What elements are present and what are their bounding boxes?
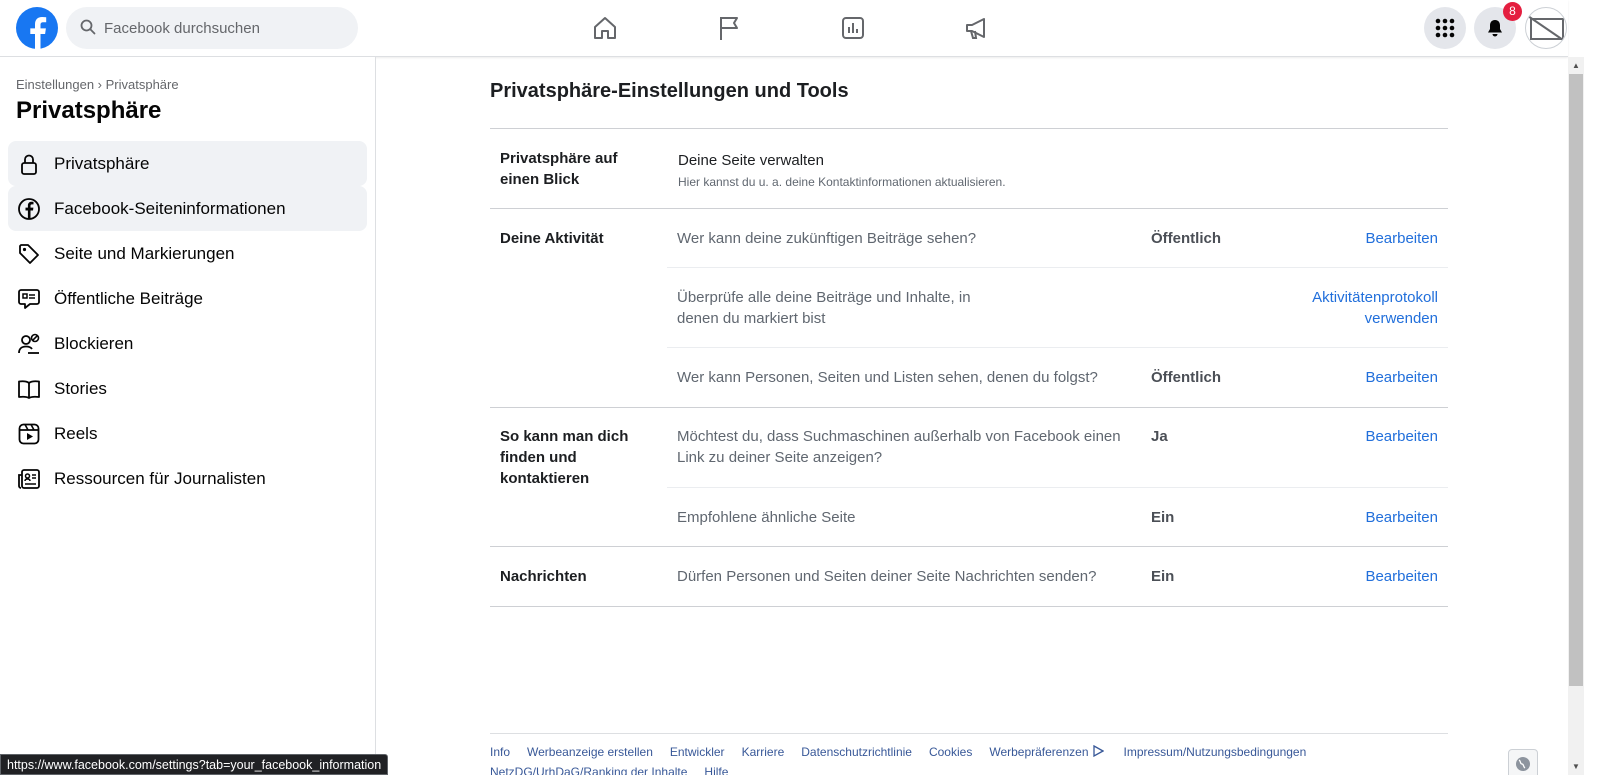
facebook-logo-icon[interactable] — [16, 7, 58, 49]
footer-link-help[interactable]: Hilfe — [704, 765, 728, 775]
setting-value: Ein — [1151, 509, 1175, 526]
speech-bubble-icon — [16, 286, 42, 312]
setting-question: Möchtest du, dass Suchmaschinen außerhal… — [677, 428, 1121, 466]
setting-value: Ein — [1151, 568, 1175, 585]
notification-count-badge: 8 — [1503, 2, 1522, 21]
footer-link-create-ad[interactable]: Werbeanzeige erstellen — [527, 745, 653, 759]
sidebar-item-label: Blockieren — [54, 333, 134, 353]
scroll-up-arrow-icon[interactable]: ▲ — [1572, 61, 1580, 70]
edit-similar-page-button[interactable]: Bearbeiten — [1300, 507, 1438, 528]
status-bar-url: https://www.facebook.com/settings?tab=yo… — [0, 754, 389, 775]
divider — [490, 407, 1448, 408]
setting-question: Dürfen Personen und Seiten deiner Seite … — [677, 568, 1097, 585]
sidebar-item-public-posts[interactable]: Öffentliche Beiträge — [8, 276, 367, 321]
footer-link-ad-preferences[interactable]: Werbepräferenzen — [989, 745, 1088, 759]
sidebar-item-label: Privatsphäre — [54, 153, 150, 173]
divider — [490, 606, 1448, 607]
sidebar-item-label: Reels — [54, 423, 98, 443]
section-label-messages: Nachrichten — [500, 568, 587, 585]
sidebar-item-label: Seite und Markierungen — [54, 243, 235, 263]
footer-links: Info Werbeanzeige erstellen Entwickler Karr… — [490, 744, 1390, 775]
scroll-down-arrow-icon[interactable]: ▼ — [1572, 762, 1580, 771]
divider — [490, 128, 1448, 129]
avatar[interactable] — [1525, 7, 1567, 49]
flag-icon[interactable] — [699, 8, 759, 48]
sidebar-item-label: Öffentliche Beiträge — [54, 288, 203, 308]
setting-question: Überprüfe alle deine Beiträge und Inhalt… — [677, 289, 971, 327]
tag-icon — [16, 241, 42, 267]
page-title: Privatsphäre — [16, 97, 162, 124]
home-icon[interactable] — [575, 8, 635, 48]
block-user-icon — [16, 331, 42, 357]
grid-menu-icon[interactable] — [1424, 7, 1466, 49]
sidebar-item-page-and-tagging[interactable]: Seite und Markierungen — [8, 231, 367, 276]
globe-icon[interactable] — [1508, 749, 1538, 775]
facebook-icon — [16, 196, 42, 222]
scrollbar-thumb[interactable] — [1569, 74, 1583, 686]
sidebar-item-label: Stories — [54, 378, 107, 398]
sidebar-item-privacy[interactable]: Privatsphäre — [8, 141, 367, 186]
edit-future-posts-button[interactable]: Bearbeiten — [1300, 228, 1438, 249]
edit-following-visibility-button[interactable]: Bearbeiten — [1300, 367, 1438, 388]
sidebar-item-stories[interactable]: Stories — [8, 366, 367, 411]
book-icon — [16, 376, 42, 402]
settings-title: Privatsphäre-Einstellungen und Tools — [490, 80, 849, 102]
edit-messages-button[interactable]: Bearbeiten — [1300, 566, 1438, 587]
setting-value: Öffentlich — [1151, 369, 1221, 386]
setting-value: Ja — [1151, 428, 1168, 445]
footer-link-netzdg[interactable]: NetzDG/UrhDaG/Ranking der Inhalte — [490, 765, 687, 775]
ad-choices-icon — [1092, 744, 1104, 758]
setting-question: Wer kann Personen, Seiten und Listen seh… — [677, 369, 1098, 386]
sidebar-item-facebook-page-info[interactable]: Facebook-Seiteninformationen — [8, 186, 367, 231]
sidebar-item-reels[interactable]: Reels — [8, 411, 367, 456]
search-icon — [80, 19, 96, 35]
bell-icon — [1488, 20, 1502, 37]
footer-link-privacy-policy[interactable]: Datenschutzrichtlinie — [801, 745, 912, 759]
lock-icon — [16, 151, 42, 177]
footer-link-developers[interactable]: Entwickler — [670, 745, 725, 759]
sidebar-item-journalist-resources[interactable]: Ressourcen für Journalisten — [8, 456, 367, 501]
search-box[interactable] — [66, 7, 358, 49]
setting-value: Öffentlich — [1151, 230, 1221, 247]
chart-icon[interactable] — [823, 8, 883, 48]
manage-page-link[interactable]: Deine Seite verwalten — [678, 150, 824, 171]
notifications-button[interactable]: 8 — [1474, 2, 1522, 49]
footer-link-careers[interactable]: Karriere — [742, 745, 785, 759]
divider — [490, 208, 1448, 209]
setting-question: Wer kann deine zukünftigen Beiträge sehe… — [677, 230, 977, 247]
footer-links-row-2: NetzDG/UrhDaG/Ranking der Inhalte Hilfe — [490, 765, 745, 775]
divider — [667, 267, 1448, 268]
setting-question: Empfohlene ähnliche Seite — [677, 509, 856, 526]
divider — [667, 487, 1448, 488]
sidebar-item-label: Ressourcen für Journalisten — [54, 468, 266, 488]
activity-log-button[interactable]: Aktivitätenprotokoll verwenden — [1280, 287, 1438, 329]
breadcrumb[interactable]: Einstellungen › Privatsphäre — [16, 77, 179, 92]
footer-link-cookies[interactable]: Cookies — [929, 745, 972, 759]
footer-link-info[interactable]: Info — [490, 745, 510, 759]
newspaper-icon — [16, 466, 42, 492]
sidebar-item-label: Facebook-Seiteninformationen — [54, 198, 286, 218]
megaphone-icon[interactable] — [947, 8, 1007, 48]
settings-sidebar: Einstellungen › Privatsphäre Privatsphär… — [0, 57, 376, 775]
divider — [490, 546, 1448, 547]
manage-page-description: Hier kannst du u. a. deine Kontaktinform… — [678, 175, 1006, 189]
edit-search-engine-button[interactable]: Bearbeiten — [1300, 426, 1438, 447]
section-label-privacy-glance: Privatsphäre auf einen Blick — [500, 150, 618, 188]
footer-divider — [490, 733, 1448, 734]
reels-icon — [16, 421, 42, 447]
search-input[interactable] — [104, 7, 344, 49]
divider — [667, 347, 1448, 348]
top-navigation-bar: 8 — [0, 0, 1568, 57]
footer-link-imprint[interactable]: Impressum/Nutzungsbedingungen — [1124, 745, 1307, 759]
section-label-find-contact: So kann man dich finden und kontaktieren — [500, 428, 629, 487]
sidebar-item-blocking[interactable]: Blockieren — [8, 321, 367, 366]
section-label-your-activity: Deine Aktivität — [500, 230, 604, 247]
